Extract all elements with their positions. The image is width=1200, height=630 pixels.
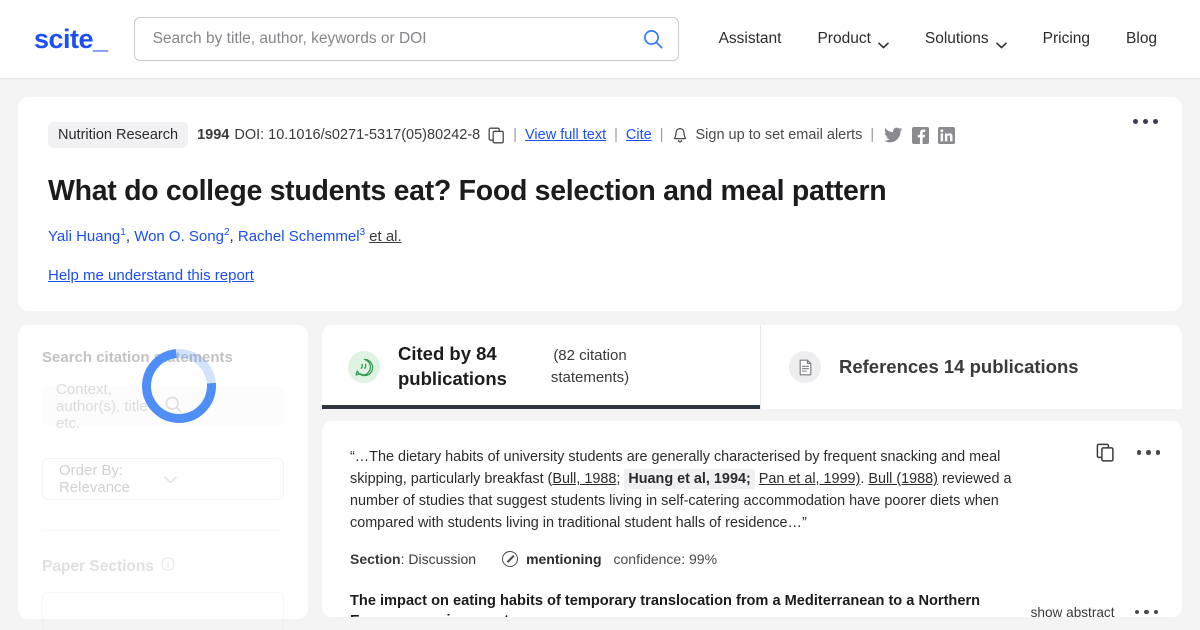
top-navigation-bar: scite_ Assistant Product Solutions Pr [0, 0, 1200, 79]
main-column: Cited by 84 publications (82 citation st… [322, 325, 1182, 619]
scite-logo[interactable]: scite_ [34, 24, 108, 55]
tab-references-label: References 14 publications [839, 356, 1079, 377]
author-name: Yali Huang [48, 228, 121, 245]
section-value: Discussion [408, 550, 477, 567]
author-separator: , [229, 228, 238, 245]
publication-more-options-button[interactable] [1134, 609, 1158, 615]
mentioning-icon [502, 550, 519, 567]
info-icon[interactable] [161, 557, 175, 576]
tab-cited-by-label: Cited by 84 publications [398, 343, 507, 389]
publication-title[interactable]: The impact on eating habits of temporary… [350, 591, 1011, 617]
reference-highlight-huang-1994[interactable]: Huang et al, 1994; [624, 468, 755, 489]
nav-label: Assistant [718, 30, 782, 47]
paper-more-options-button[interactable] [1133, 119, 1158, 124]
section-colon: : [400, 550, 409, 567]
tab-references[interactable]: References 14 publications [760, 325, 1182, 409]
author-separator: , [125, 228, 135, 245]
paper-sections-label: Paper Sections [42, 557, 154, 575]
nav-item-solutions[interactable]: Solutions [907, 30, 1025, 48]
reference-link-bull-1988-b[interactable]: Bull (1988) [868, 471, 938, 487]
search-icon[interactable] [642, 28, 664, 50]
separator: | [659, 127, 664, 143]
result-tabs: Cited by 84 publications (82 citation st… [322, 325, 1182, 409]
author-link[interactable]: Won O. Song2 [134, 227, 229, 245]
order-by-select[interactable]: Order By: Relevance [42, 458, 284, 500]
tab-cited-by-sublabel: (82 citation statements) [550, 347, 630, 386]
cited-publication-row: The impact on eating habits of temporary… [350, 591, 1158, 617]
doi-text: DOI: 10.1016/s0271-5317(05)80242-8 [234, 127, 481, 143]
chevron-down-icon [995, 36, 1007, 48]
paper-sections-select[interactable] [42, 592, 284, 630]
content-area: Search citation statements Context, auth… [0, 311, 1200, 630]
chevron-down-icon [164, 471, 269, 488]
nav-item-assistant[interactable]: Assistant [701, 30, 800, 48]
separator: | [870, 127, 875, 143]
confidence-label: confidence: 99% [613, 550, 718, 567]
paper-sections-heading: Paper Sections [42, 557, 284, 576]
statement-actions [1096, 443, 1160, 462]
facebook-icon[interactable] [912, 126, 930, 144]
statement-more-options-button[interactable] [1136, 450, 1160, 455]
publication-year: 1994 [197, 127, 230, 143]
et-al-link[interactable]: et al. [369, 228, 402, 245]
order-by-label: Order By: Relevance [59, 462, 130, 496]
publication-actions: show abstract [1031, 591, 1158, 617]
chevron-down-icon [878, 36, 889, 48]
journal-badge[interactable]: Nutrition Research [48, 122, 189, 148]
nav-label: Blog [1126, 30, 1158, 47]
statement-metadata: Section: Discussion mentioning confidenc… [350, 550, 1158, 567]
twitter-icon[interactable] [884, 127, 903, 144]
nav-label: Solutions [924, 30, 989, 47]
nav-label: Pricing [1042, 30, 1091, 47]
paper-header-card: Nutrition Research 1994 DOI: 10.1016/s02… [18, 97, 1182, 311]
copy-doi-icon[interactable] [488, 127, 505, 144]
section-label: Section [350, 550, 401, 567]
sidebar-divider [42, 530, 284, 531]
nav-item-blog[interactable]: Blog [1108, 30, 1175, 48]
author-affiliation-marker: 3 [359, 227, 366, 238]
primary-nav-links: Assistant Product Solutions Pricing Blog [701, 30, 1176, 48]
author-list: Yali Huang1, Won O. Song2, Rachel Schemm… [48, 227, 1154, 245]
quote-bubble-icon [348, 351, 380, 383]
citation-statement-card: “…The dietary habits of university stude… [322, 421, 1182, 617]
view-full-text-link[interactable]: View full text [525, 127, 606, 143]
nav-label: Product [817, 30, 871, 47]
citation-type-badge: mentioning [526, 550, 602, 567]
reference-link-bull-1988[interactable]: Bull, 1988 [552, 471, 616, 487]
bell-icon[interactable] [672, 127, 688, 144]
page-title: What do college students eat? Food selec… [48, 175, 887, 207]
reference-link-pan-1999[interactable]: Pan et al, 1999) [759, 471, 861, 487]
citation-statement-text: “…The dietary habits of university stude… [350, 447, 1158, 535]
search-input[interactable] [152, 30, 642, 48]
separator: | [614, 127, 618, 143]
separator: | [513, 127, 517, 143]
citation-filters-sidebar: Search citation statements Context, auth… [18, 325, 308, 630]
help-understand-report-link[interactable]: Help me understand this report [48, 267, 254, 284]
author-name: Won O. Song [134, 228, 224, 245]
global-search-box[interactable] [133, 17, 679, 61]
social-share-group [884, 126, 956, 144]
nav-item-product[interactable]: Product [799, 30, 906, 48]
document-icon [789, 351, 821, 383]
publication-info: The impact on eating habits of temporary… [350, 591, 1031, 617]
author-link[interactable]: Yali Huang1 [48, 227, 126, 245]
nav-item-pricing[interactable]: Pricing [1025, 30, 1108, 48]
show-abstract-toggle[interactable]: show abstract [1031, 605, 1115, 617]
tab-cited-by[interactable]: Cited by 84 publications (82 citation st… [322, 325, 760, 409]
cite-link[interactable]: Cite [626, 127, 652, 143]
author-link[interactable]: Rachel Schemmel3 [237, 227, 366, 245]
copy-statement-icon[interactable] [1096, 443, 1115, 462]
paper-metadata-row: Nutrition Research 1994 DOI: 10.1016/s02… [48, 121, 1154, 149]
page-body: Nutrition Research 1994 DOI: 10.1016/s02… [0, 79, 1200, 311]
email-alerts-label[interactable]: Sign up to set email alerts [696, 127, 863, 143]
linkedin-icon[interactable] [938, 126, 956, 144]
author-name: Rachel Schemmel [237, 228, 360, 245]
